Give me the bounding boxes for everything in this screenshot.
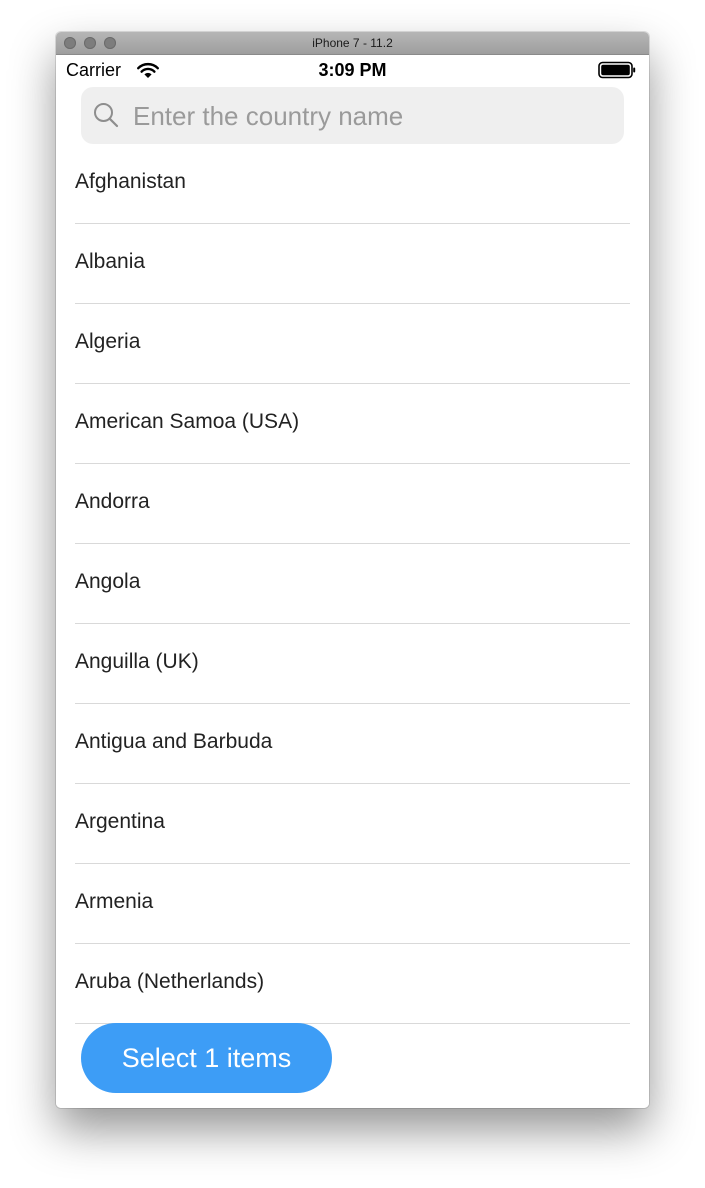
list-item-label: Armenia bbox=[75, 890, 154, 913]
window-titlebar[interactable]: iPhone 7 - 11.2 bbox=[56, 32, 649, 55]
list-item[interactable]: Aruba (Netherlands) bbox=[75, 944, 630, 1024]
list-item[interactable]: Afghanistan bbox=[75, 144, 630, 224]
list-item[interactable]: Armenia bbox=[75, 864, 630, 944]
status-time: 3:09 PM bbox=[318, 60, 387, 80]
list-item[interactable]: Algeria bbox=[75, 304, 630, 384]
list-item[interactable]: Anguilla (UK) bbox=[75, 624, 630, 704]
simulator-window: iPhone 7 - 11.2 Carrier 3:09 PM Enter th… bbox=[56, 32, 649, 1108]
list-item-label: Aruba (Netherlands) bbox=[75, 970, 265, 993]
list-item-label: Anguilla (UK) bbox=[75, 650, 199, 673]
list-item[interactable]: American Samoa (USA) bbox=[75, 384, 630, 464]
list-item[interactable]: Angola bbox=[75, 544, 630, 624]
search-icon bbox=[94, 103, 119, 128]
battery-icon bbox=[598, 61, 636, 79]
country-list[interactable]: Afghanistan Albania Algeria American Sam… bbox=[75, 144, 630, 1024]
list-item-label: Angola bbox=[75, 570, 141, 593]
list-item-label: Antigua and Barbuda bbox=[75, 730, 273, 753]
search-bar[interactable] bbox=[81, 87, 624, 144]
search-input[interactable] bbox=[131, 95, 615, 137]
list-item-label: Argentina bbox=[75, 810, 165, 833]
list-item-label: American Samoa (USA) bbox=[75, 410, 300, 433]
list-item-label: Afghanistan bbox=[75, 170, 186, 193]
list-item-label: Andorra bbox=[75, 490, 150, 513]
list-item[interactable]: Antigua and Barbuda bbox=[75, 704, 630, 784]
list-item[interactable]: Argentina bbox=[75, 784, 630, 864]
list-item-label: Algeria bbox=[75, 330, 141, 353]
window-title: iPhone 7 - 11.2 bbox=[312, 36, 393, 50]
list-item-label: Albania bbox=[75, 250, 146, 273]
status-bar: Carrier 3:09 PM bbox=[56, 55, 649, 85]
list-item[interactable]: Andorra bbox=[75, 464, 630, 544]
list-item[interactable]: Albania bbox=[75, 224, 630, 304]
select-items-button[interactable]: Select 1 items bbox=[81, 1023, 332, 1093]
device-screen: Carrier 3:09 PM Afghanistan bbox=[56, 55, 649, 1108]
